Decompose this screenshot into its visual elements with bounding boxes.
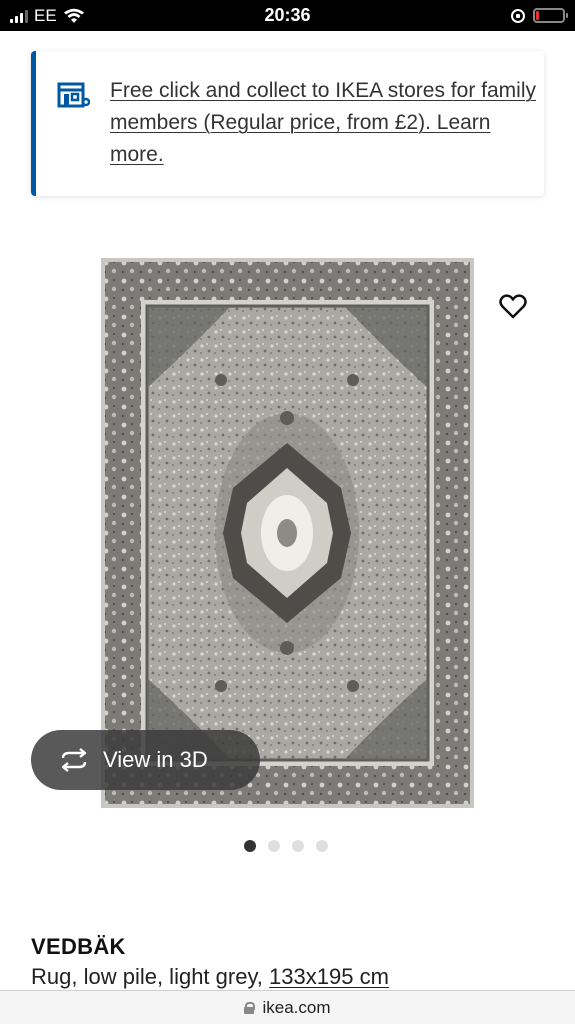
status-right xyxy=(511,0,568,31)
view-in-3d-button[interactable]: View in 3D xyxy=(31,730,260,790)
store-icon xyxy=(57,82,90,108)
gallery-dot[interactable] xyxy=(268,840,280,852)
product-size-link[interactable]: 133x195 cm xyxy=(269,964,389,989)
gallery-dot[interactable] xyxy=(244,840,256,852)
product-name: VEDBÄK xyxy=(31,934,126,959)
banner-link[interactable]: Free click and collect to IKEA stores fo… xyxy=(110,75,540,171)
battery-icon xyxy=(533,8,568,23)
status-time: 20:36 xyxy=(264,5,311,25)
gallery-dot[interactable] xyxy=(316,840,328,852)
browser-url: ikea.com xyxy=(262,997,331,1017)
lock-icon xyxy=(244,1001,256,1014)
product-image[interactable] xyxy=(101,258,474,808)
status-bar: EE 20:36 xyxy=(0,0,575,31)
browser-url-bar[interactable]: ikea.com xyxy=(0,990,575,1024)
favourite-heart-icon[interactable] xyxy=(499,293,527,319)
rotate-3d-icon xyxy=(61,748,87,772)
gallery-dot[interactable] xyxy=(292,840,304,852)
product-description: Rug, low pile, light grey, 133x195 cm xyxy=(31,964,389,990)
orientation-lock-icon xyxy=(511,8,525,23)
view-in-3d-label: View in 3D xyxy=(103,747,208,772)
gallery-pagination xyxy=(244,840,328,852)
product-description-text: Rug, low pile, light grey, xyxy=(31,964,270,989)
click-collect-banner[interactable]: Free click and collect to IKEA stores fo… xyxy=(31,51,544,196)
